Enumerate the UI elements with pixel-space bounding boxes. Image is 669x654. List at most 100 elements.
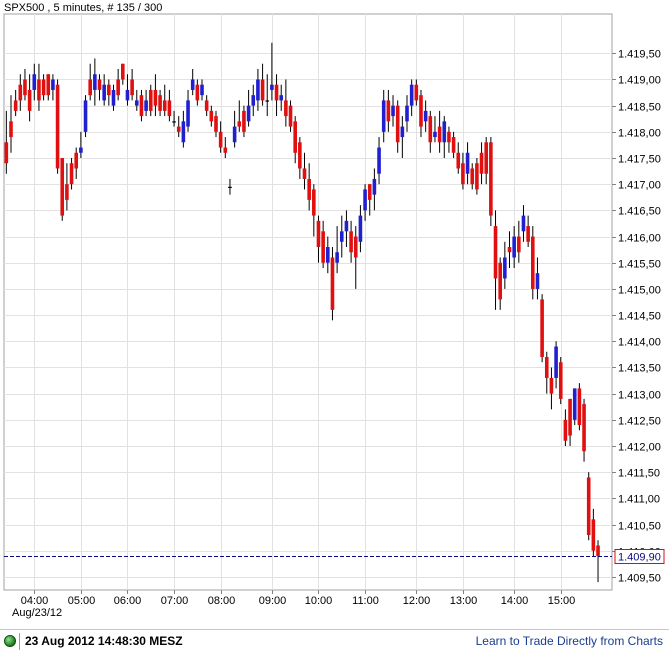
bar-body	[498, 262, 502, 300]
y-tick-label: 1.415,00	[618, 285, 661, 297]
bar-body	[554, 346, 558, 378]
bar-body	[130, 79, 134, 96]
bar-body	[596, 545, 600, 556]
bar-body	[568, 398, 572, 436]
bar-body	[18, 84, 23, 101]
price-bar	[577, 383, 582, 431]
y-tick-label: 1.411,00	[618, 494, 660, 506]
x-tick-label: 14:00	[501, 595, 529, 607]
x-tick-label: 13:00	[450, 595, 478, 607]
bar-body	[577, 388, 582, 426]
bar-body	[214, 116, 218, 132]
bar-body	[246, 105, 251, 122]
bar-body	[461, 163, 465, 185]
bar-body	[256, 79, 260, 101]
bar-body	[512, 236, 516, 258]
bar-body	[23, 79, 27, 96]
y-tick-label: 1.412,50	[618, 416, 661, 428]
x-tick-label: 06:00	[114, 595, 142, 607]
bar-body	[153, 89, 158, 106]
bar-body	[433, 131, 437, 138]
price-bar	[558, 356, 563, 405]
x-tick-label: 04:00	[21, 595, 49, 607]
x-tick-label: 10:00	[305, 595, 333, 607]
bar-body	[428, 116, 433, 143]
x-tick-label: 11:00	[352, 595, 379, 607]
bar-body	[326, 247, 330, 263]
y-tick-label: 1.419,50	[618, 49, 661, 61]
bar-body	[591, 519, 596, 551]
bar-body	[172, 121, 176, 123]
bar-body	[503, 257, 507, 279]
y-tick-label: 1.416,00	[618, 233, 661, 245]
price-bar	[55, 79, 60, 174]
bar-body	[167, 100, 172, 117]
bar-body	[186, 100, 190, 127]
bar-body	[405, 105, 409, 122]
bar-body	[400, 126, 405, 138]
bar-body	[321, 231, 325, 263]
bar-body	[451, 137, 456, 153]
bar-body	[377, 147, 381, 174]
bar-body	[190, 79, 195, 90]
price-bar	[572, 388, 577, 426]
bar-body	[437, 126, 442, 143]
bar-body	[74, 152, 79, 169]
connection-status-icon	[4, 635, 16, 647]
current-price-label: 1.409,90	[618, 552, 661, 564]
bar-body	[107, 84, 111, 96]
x-tick-label: 12:00	[403, 595, 431, 607]
bar-body	[330, 257, 335, 310]
price-chart: 1.409,501.410,001.410,501.411,001.411,50…	[0, 0, 669, 629]
y-axis: 1.409,501.410,001.410,501.411,001.411,50…	[612, 49, 661, 585]
bar-body	[367, 184, 372, 200]
bar-body	[586, 477, 591, 536]
status-bar: 23 Aug 2012 14:48:30 MESZ Learn to Trade…	[0, 629, 669, 654]
y-tick-label: 1.411,50	[618, 468, 660, 480]
bar-body	[176, 126, 181, 132]
bar-body	[134, 100, 139, 106]
bar-body	[251, 95, 256, 106]
bar-body	[386, 100, 391, 122]
bar-body	[395, 105, 400, 143]
bar-body	[558, 362, 563, 399]
bar-body	[465, 152, 470, 174]
bar-body	[540, 299, 544, 357]
bar-body	[148, 89, 153, 111]
bar-body	[549, 377, 554, 394]
bar-body	[349, 231, 353, 253]
bar-body	[507, 247, 512, 253]
bar-body	[493, 226, 498, 279]
bar-body	[237, 121, 242, 127]
bar-body	[470, 168, 475, 185]
bar-body	[162, 100, 167, 111]
bar-body	[284, 100, 288, 117]
bar-body	[293, 121, 297, 153]
chart-title: SPX500 , 5 minutes, # 135 / 300	[4, 2, 162, 14]
bar-body	[144, 100, 148, 111]
bar-body	[535, 273, 540, 289]
price-bar	[586, 472, 591, 541]
bar-body	[312, 189, 316, 216]
bar-body	[41, 79, 46, 96]
x-tick-label: 15:00	[548, 595, 576, 607]
bar-body	[423, 110, 428, 122]
bar-body	[298, 142, 302, 169]
y-tick-label: 1.413,00	[618, 390, 661, 402]
y-tick-label: 1.419,00	[618, 75, 661, 87]
bar-body	[526, 226, 530, 242]
y-tick-label: 1.417,50	[618, 154, 661, 166]
x-tick-label: 09:00	[259, 595, 287, 607]
bar-body	[88, 79, 92, 96]
price-bar	[530, 226, 535, 300]
bar-body	[200, 84, 204, 96]
bar-body	[279, 95, 284, 101]
bar-body	[475, 163, 479, 190]
learn-to-trade-link[interactable]: Learn to Trade Directly from Charts	[476, 634, 663, 648]
bar-body	[181, 121, 186, 143]
bar-body	[419, 95, 423, 127]
y-tick-label: 1.418,00	[618, 128, 661, 140]
bar-body	[409, 84, 414, 106]
bar-body	[307, 178, 311, 200]
bar-body	[484, 142, 489, 174]
